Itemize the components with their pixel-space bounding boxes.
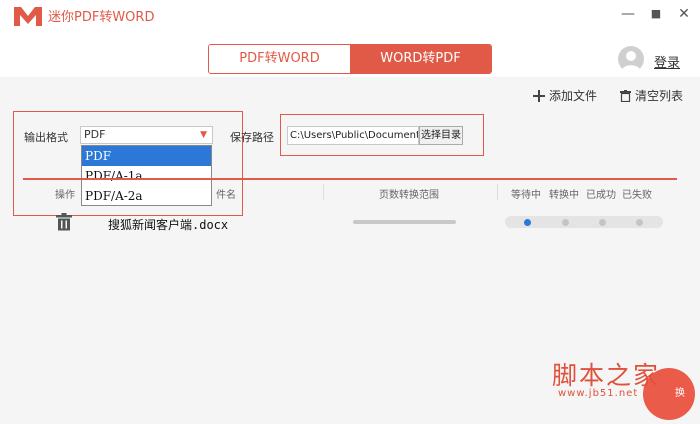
header-page-range: 页数转换范围 [379,190,439,201]
header-success: 已成功 [586,190,616,201]
output-format-select[interactable]: PDF ▼ [80,126,213,144]
list-divider [23,178,677,180]
status-dot-success [599,219,606,226]
close-button[interactable]: ✕ [673,4,695,24]
convert-button-label: 换 [675,388,685,399]
plus-icon [533,89,545,102]
header-action: 操作 [55,190,75,201]
minimize-button[interactable]: — [617,4,639,24]
format-option-pdf[interactable]: PDF [82,146,211,166]
choose-directory-button[interactable]: 选择目录 [419,126,463,145]
save-path-input[interactable]: C:\Users\Public\Documents [287,126,419,145]
status-dot-waiting [524,219,531,226]
format-option-pdfa-1a[interactable]: PDF/A-1a [82,166,211,186]
app-title: 迷你PDF转WORD [48,10,155,25]
user-avatar-icon[interactable] [618,46,644,72]
header-filename: 件名 [216,190,236,201]
header-separator [497,184,498,200]
status-dot-failed [636,219,643,226]
trash-icon [620,89,631,102]
clear-list-label: 清空列表 [635,89,684,103]
delete-row-icon[interactable] [56,213,72,231]
login-link[interactable]: 登录 [654,52,680,71]
page-range-slider[interactable] [353,220,456,224]
tab-word-to-pdf[interactable]: WORD转PDF [350,45,491,73]
header-waiting: 等待中 [511,190,541,201]
format-option-pdfa-2a[interactable]: PDF/A-2a [82,186,211,206]
output-format-options: PDF PDF/A-1a PDF/A-2a [81,145,212,206]
add-file-label: 添加文件 [549,89,598,103]
add-file-button[interactable]: 添加文件 [533,87,597,104]
mode-tabs: PDF转WORD WORD转PDF [208,44,492,74]
header-failed: 已失败 [622,190,652,201]
status-dot-converting [562,219,569,226]
clear-list-button[interactable]: 清空列表 [620,87,683,104]
watermark-url: www.jb51.net [558,388,639,399]
row-filename: 搜狐新闻客户端.docx [108,218,229,232]
output-format-value: PDF [84,128,106,141]
output-format-label: 输出格式 [24,131,68,144]
header-separator [323,184,324,200]
app-logo-icon [14,7,42,26]
save-path-label: 保存路径 [230,131,274,144]
maximize-button[interactable]: ■ [645,4,667,24]
tab-pdf-to-word[interactable]: PDF转WORD [209,45,350,73]
chevron-down-icon: ▼ [200,130,207,140]
watermark-text: 脚本之家 [552,361,661,390]
header-converting: 转换中 [549,190,579,201]
